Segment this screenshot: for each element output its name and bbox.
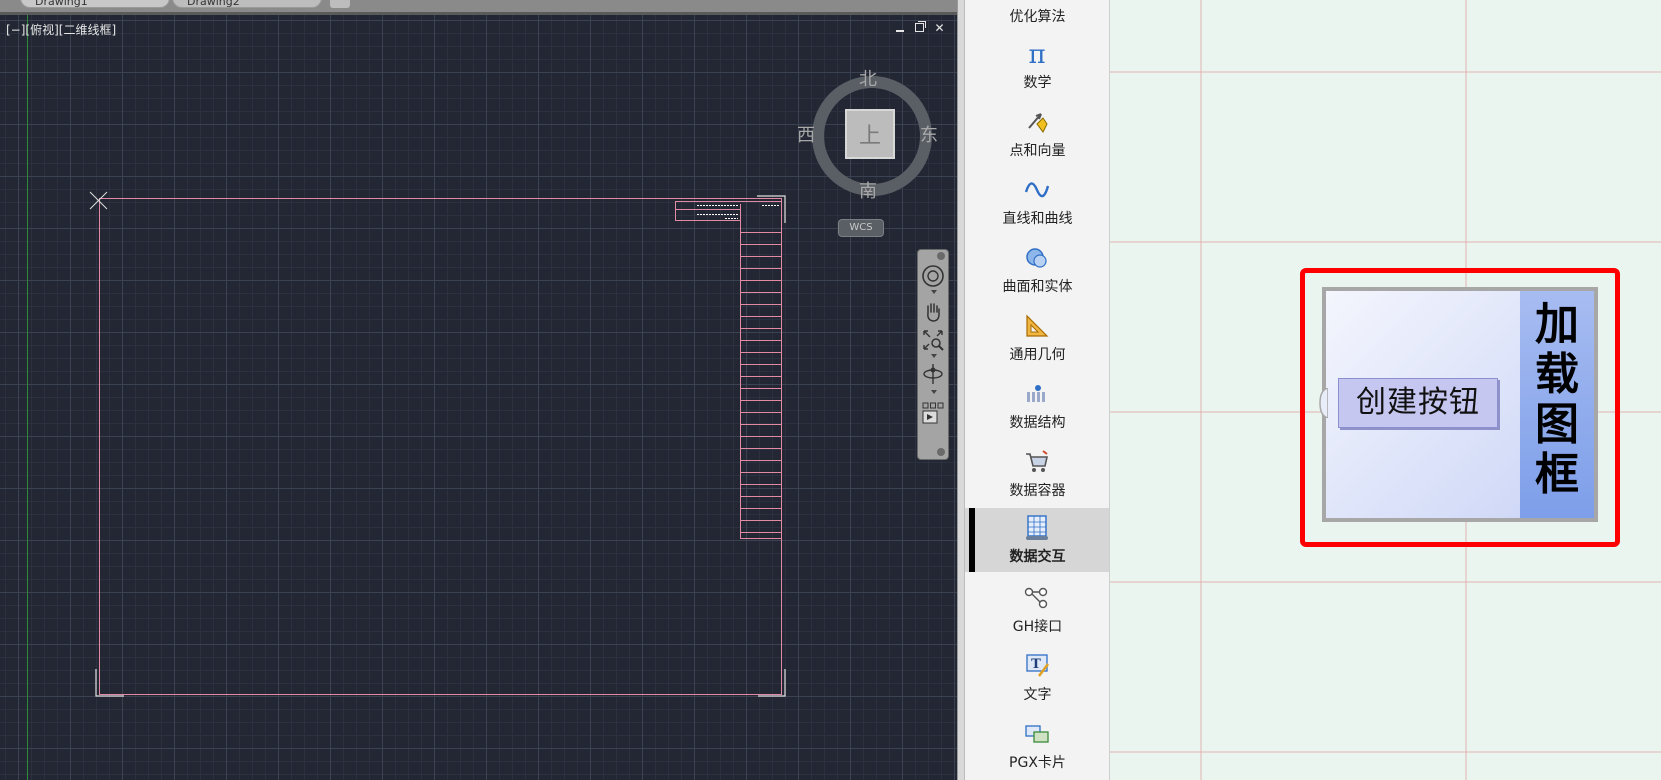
component-input-grip[interactable] (1318, 388, 1328, 418)
corner-mark-bottom-right (758, 669, 786, 697)
wcs-menu[interactable]: WCS (838, 219, 884, 237)
gh-interface-icon (1024, 587, 1048, 609)
showmotion-icon[interactable] (921, 402, 945, 426)
new-tab-button[interactable] (330, 0, 350, 8)
point-vector-icon (1028, 113, 1048, 133)
title-block-rows (740, 232, 781, 539)
selected-category-marker (969, 508, 975, 572)
category-label-point-vector: 点和向量 (1009, 143, 1066, 159)
category-label-curve: 直线和曲线 (1002, 211, 1073, 227)
tab-drawing2-label: Drawing2 (187, 0, 240, 8)
category-label-data-interaction: 数据交互 (1009, 549, 1066, 565)
tab-drawing1-label: Drawing1 (35, 0, 88, 8)
navbar-close-icon[interactable] (937, 252, 945, 260)
document-tab-bar: Drawing1 Drawing2 (0, 0, 957, 12)
category-item-data-interaction[interactable]: 数据交互 (965, 508, 1110, 572)
svg-text:T: T (1031, 657, 1041, 672)
category-label-text: 文字 (1023, 687, 1052, 703)
category-label-data-structure: 数据结构 (1009, 415, 1066, 431)
panel-splitter[interactable] (957, 0, 965, 780)
svg-text:π: π (1028, 40, 1045, 68)
compass-north[interactable]: 北 (859, 65, 877, 91)
viewcube-top-face[interactable]: 上 (845, 109, 895, 159)
category-item-curve[interactable]: 直线和曲线 (965, 170, 1110, 234)
frame-outer-border (99, 198, 782, 695)
viewcube[interactable]: 上 北 南 西 东 WCS (795, 59, 945, 244)
pan-hand-icon[interactable] (921, 300, 945, 324)
surface-solid-icon (1026, 248, 1047, 268)
category-label-surface-solid: 曲面和实体 (1002, 279, 1073, 295)
title-block-text (697, 205, 779, 219)
category-item-pgx-card[interactable]: PGX卡片 (965, 714, 1110, 778)
category-label-math: 数学 (1023, 75, 1052, 91)
navbar-options-icon[interactable] (937, 448, 945, 456)
category-item-math[interactable]: π 数学 (965, 34, 1110, 98)
compass-south[interactable]: 南 (859, 177, 877, 203)
category-label-pgx-card: PGX卡片 (1009, 755, 1066, 771)
orbit-dropdown-icon[interactable] (931, 390, 937, 394)
wcs-label: WCS (849, 222, 873, 233)
pi-icon: π (1028, 40, 1045, 68)
create-button-input[interactable]: 创建按钮 (1338, 378, 1498, 428)
corner-mark-top-right (757, 195, 786, 223)
curve-icon (1024, 182, 1050, 198)
tab-drawing2[interactable]: Drawing2 (172, 0, 322, 8)
navigation-bar (917, 249, 949, 460)
category-item-data-structure[interactable]: 数据结构 (965, 374, 1110, 438)
corner-mark-bottom-left (95, 669, 124, 697)
category-item-text[interactable]: T 文字 (965, 646, 1110, 710)
text-icon: T (1026, 654, 1049, 677)
category-label-general-geometry: 通用几何 (1009, 347, 1066, 363)
cart-icon (1026, 450, 1048, 472)
category-label-gh-interface: GH接口 (1012, 619, 1063, 635)
compass-east[interactable]: 东 (920, 121, 938, 147)
zoom-dropdown-icon[interactable] (931, 354, 937, 358)
orbit-icon[interactable] (921, 362, 945, 386)
category-item-surface-solid[interactable]: 曲面和实体 (965, 238, 1110, 302)
category-label-optimize: 优化算法 (1009, 9, 1066, 25)
create-button-label: 创建按钮 (1356, 385, 1480, 420)
category-item-gh-interface[interactable]: GH接口 (965, 578, 1110, 642)
pgx-card-icon (1025, 725, 1049, 743)
steering-wheel-icon[interactable] (921, 264, 945, 288)
category-item-data-container[interactable]: 数据容器 (965, 442, 1110, 506)
compass-west[interactable]: 西 (797, 121, 815, 147)
category-label-data-container: 数据容器 (1009, 483, 1066, 499)
zoom-extents-icon[interactable] (921, 328, 945, 352)
tab-drawing1[interactable]: Drawing1 (20, 0, 170, 8)
spreadsheet-icon (1026, 515, 1048, 540)
category-item-general-geometry[interactable]: 通用几何 (965, 306, 1110, 370)
data-structure-icon (1027, 385, 1045, 402)
category-panel: 优化算法 π 数学 点和向量 直线和曲线 曲面和实体 通用几何 数据结构 数据容… (965, 0, 1110, 780)
steering-wheel-dropdown-icon[interactable] (931, 290, 937, 294)
component-title: 加载图框 (1535, 299, 1579, 500)
cursor-crosshair (89, 191, 108, 210)
category-item-optimize[interactable]: 优化算法 (965, 0, 1110, 32)
viewcube-face-label: 上 (858, 124, 881, 149)
category-item-point-vector[interactable]: 点和向量 (965, 102, 1110, 166)
set-square-icon (1026, 314, 1049, 337)
cad-viewport[interactable]: [−][俯视][二维线框] ✕ 上 北 南 西 东 WCS (0, 15, 957, 780)
